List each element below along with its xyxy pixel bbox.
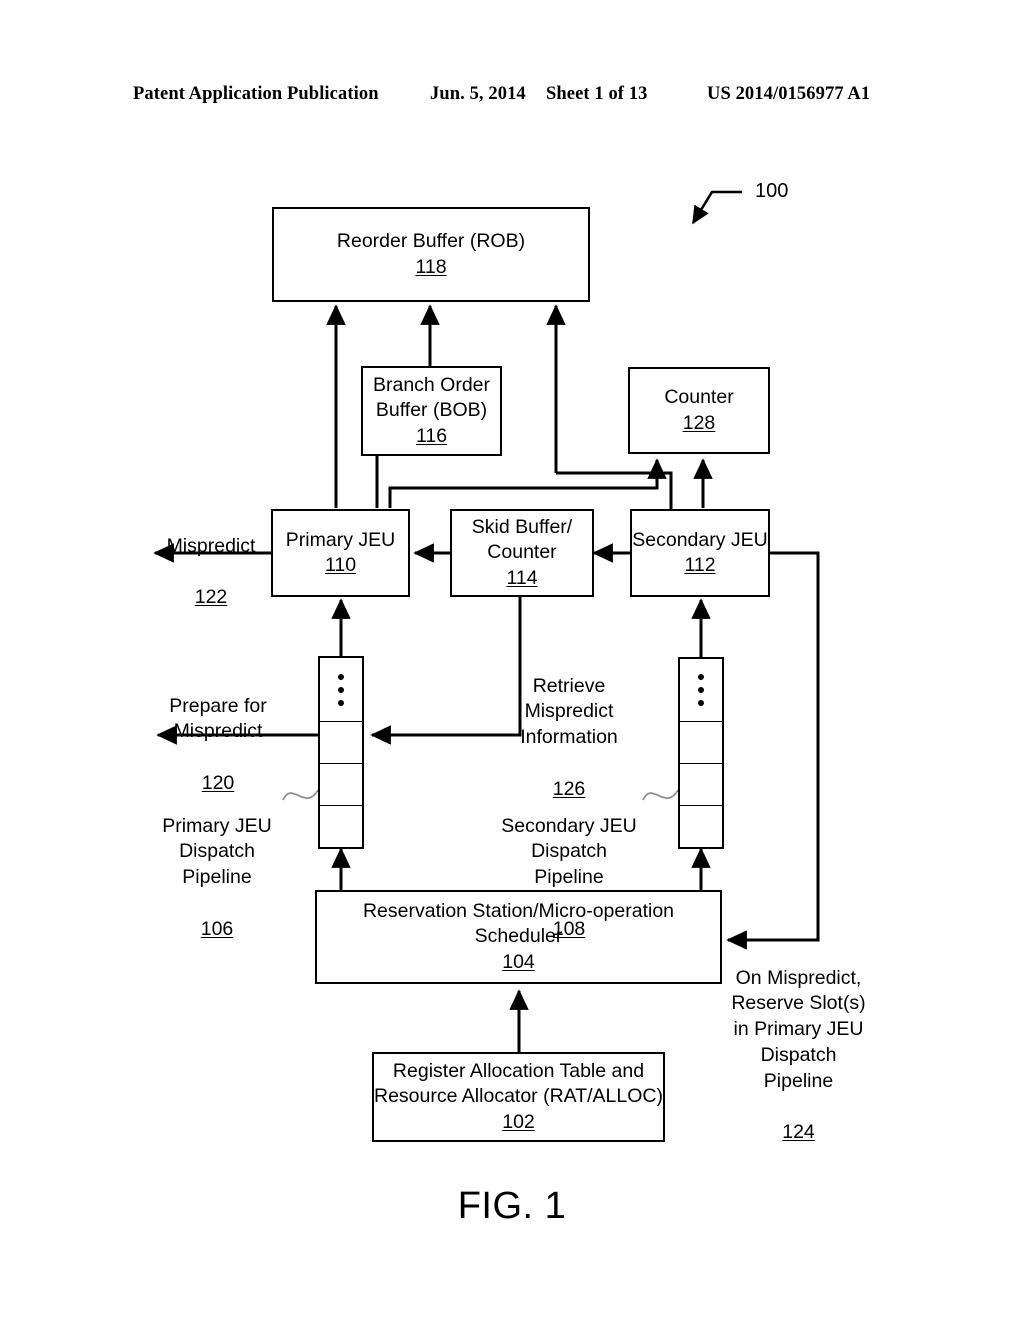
pipeline-cell[interactable] [320,764,362,806]
box-rat-alloc[interactable]: Register Allocation Table and Resource A… [372,1052,665,1142]
label-secondary-jeu-dispatch-pipeline: Secondary JEU Dispatch Pipeline 108 [490,788,648,968]
box-secondary-jeu-title: Secondary JEU [632,528,768,551]
leader-line-108 [642,789,679,801]
pipeline-cell-dots [680,659,722,722]
box-counter-title: Counter [664,386,734,409]
arrow-primaryjeu-to-counter [388,458,667,508]
box-skid-buffer-counter-ref: 114 [506,566,538,589]
box-primary-jeu-title: Primary JEU [285,528,396,551]
label-primary-jeu-dispatch-pipeline-title: Primary JEU Dispatch Pipeline [162,814,272,889]
box-reorder-buffer-title: Reorder Buffer (ROB) [336,230,526,253]
label-on-mispredict-reserve-slots-title: On Mispredict, Reserve Slot(s) in Primar… [731,966,866,1092]
box-branch-order-buffer[interactable]: Branch Order Buffer (BOB) 116 [361,366,502,456]
leader-line-100 [691,190,742,225]
primary-jeu-dispatch-pipeline-column[interactable] [318,656,364,849]
box-skid-buffer-counter-title: Skid Buffer/ Counter [471,515,573,564]
box-reorder-buffer-ref: 118 [415,255,447,278]
label-on-mispredict-reserve-slots-ref: 124 [782,1121,815,1144]
pipeline-cell-dots [320,658,362,722]
leader-line-106 [282,789,319,801]
system-reference-100: 100 [755,180,789,202]
box-branch-order-buffer-title: Branch Order Buffer (BOB) [372,373,491,422]
vertical-ellipsis-icon [320,673,362,706]
box-secondary-jeu[interactable]: Secondary JEU 112 [630,509,770,597]
box-counter[interactable]: Counter 128 [628,367,770,454]
label-primary-jeu-dispatch-pipeline-ref: 106 [200,917,234,940]
box-rat-alloc-ref: 102 [502,1110,535,1133]
label-mispredict-ref: 122 [194,586,228,609]
box-skid-buffer-counter[interactable]: Skid Buffer/ Counter 114 [450,509,594,597]
label-mispredict: Mispredict 122 [150,508,272,637]
label-on-mispredict-reserve-slots: On Mispredict, Reserve Slot(s) in Primar… [726,940,871,1172]
box-rat-alloc-title: Register Allocation Table and Resource A… [374,1059,663,1108]
pipeline-cell[interactable] [320,806,362,847]
box-primary-jeu[interactable]: Primary JEU 110 [271,509,410,597]
box-primary-jeu-ref: 110 [324,554,357,576]
figure-caption: FIG. 1 [457,1185,567,1227]
pipeline-cell[interactable] [680,764,722,806]
box-reorder-buffer[interactable]: Reorder Buffer (ROB) 118 [272,207,590,302]
box-secondary-jeu-ref: 112 [684,554,716,576]
label-primary-jeu-dispatch-pipeline: Primary JEU Dispatch Pipeline 106 [146,788,288,968]
box-counter-ref: 128 [682,411,716,434]
label-retrieve-mispredict-information-title: Retrieve Mispredict Information [520,674,618,749]
label-secondary-jeu-dispatch-pipeline-ref: 108 [552,917,586,940]
label-secondary-jeu-dispatch-pipeline-title: Secondary JEU Dispatch Pipeline [501,814,637,889]
arrow-on-mispredict-reserve-slots [726,551,820,950]
secondary-jeu-dispatch-pipeline-column[interactable] [678,657,724,849]
pipeline-cell[interactable] [320,722,362,764]
label-mispredict-title: Mispredict [166,534,256,557]
pipeline-cell[interactable] [680,806,722,847]
label-prepare-for-mispredict-title: Prepare for Mispredict [169,694,267,743]
pipeline-cell[interactable] [680,722,722,764]
line-bus-top-right [556,471,673,509]
vertical-ellipsis-icon [680,674,722,706]
patent-figure-1: 100 Reorder Buffer (ROB) 118 Branch Orde… [0,0,1024,1320]
box-branch-order-buffer-ref: 116 [415,424,448,447]
